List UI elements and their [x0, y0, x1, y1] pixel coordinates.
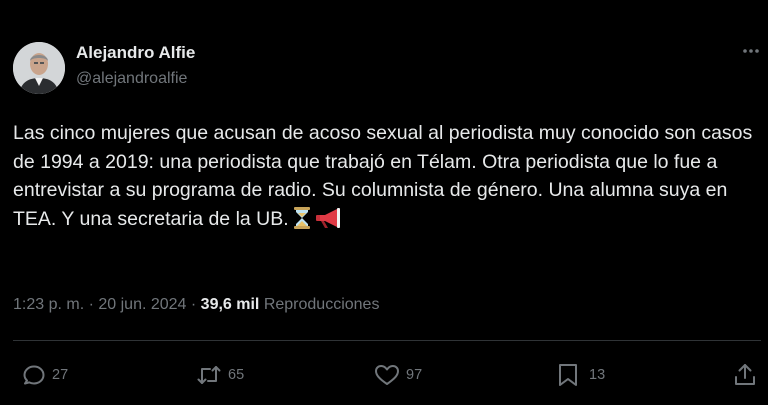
tweet-date[interactable]: 20 jun. 2024 — [98, 296, 186, 313]
meta-separator: · — [84, 296, 99, 313]
action-bar: 27 65 97 13 — [0, 360, 768, 392]
megaphone-icon — [315, 207, 341, 238]
author-handle[interactable]: @alejandroalfie — [76, 70, 187, 88]
tweet-text-container: Las cinco mujeres que acusan de acoso se… — [13, 119, 761, 237]
reply-icon — [22, 363, 46, 387]
tweet-card: Alejandro Alfie @alejandroalfie Las cinc… — [0, 0, 768, 405]
tweet-time[interactable]: 1:23 p. m. — [13, 296, 84, 313]
repost-count: 65 — [228, 367, 245, 383]
views-count: 39,6 mil — [200, 296, 260, 313]
like-count: 97 — [406, 367, 423, 383]
bookmark-count: 13 — [589, 367, 606, 383]
like-button[interactable]: 97 — [374, 360, 422, 390]
bookmark-icon — [557, 363, 579, 387]
reply-count: 27 — [52, 367, 69, 383]
author-name[interactable]: Alejandro Alfie — [76, 43, 195, 63]
hourglass-icon — [293, 206, 311, 238]
share-button[interactable] — [734, 360, 756, 390]
share-icon — [734, 363, 756, 387]
divider — [13, 340, 761, 341]
views-label: Reproducciones — [263, 296, 380, 313]
avatar[interactable] — [13, 42, 65, 94]
repost-button[interactable]: 65 — [196, 360, 244, 390]
bookmark-button[interactable]: 13 — [557, 360, 605, 390]
tweet-meta: 1:23 p. m. · 20 jun. 2024 · 39,6 mil Rep… — [13, 296, 379, 314]
meta-separator: · — [186, 296, 201, 313]
heart-icon — [374, 363, 400, 387]
repost-icon — [196, 363, 222, 387]
reply-button[interactable]: 27 — [22, 360, 68, 390]
tweet-text: Las cinco mujeres que acusan de acoso se… — [13, 122, 753, 230]
more-options-icon[interactable] — [738, 38, 764, 64]
